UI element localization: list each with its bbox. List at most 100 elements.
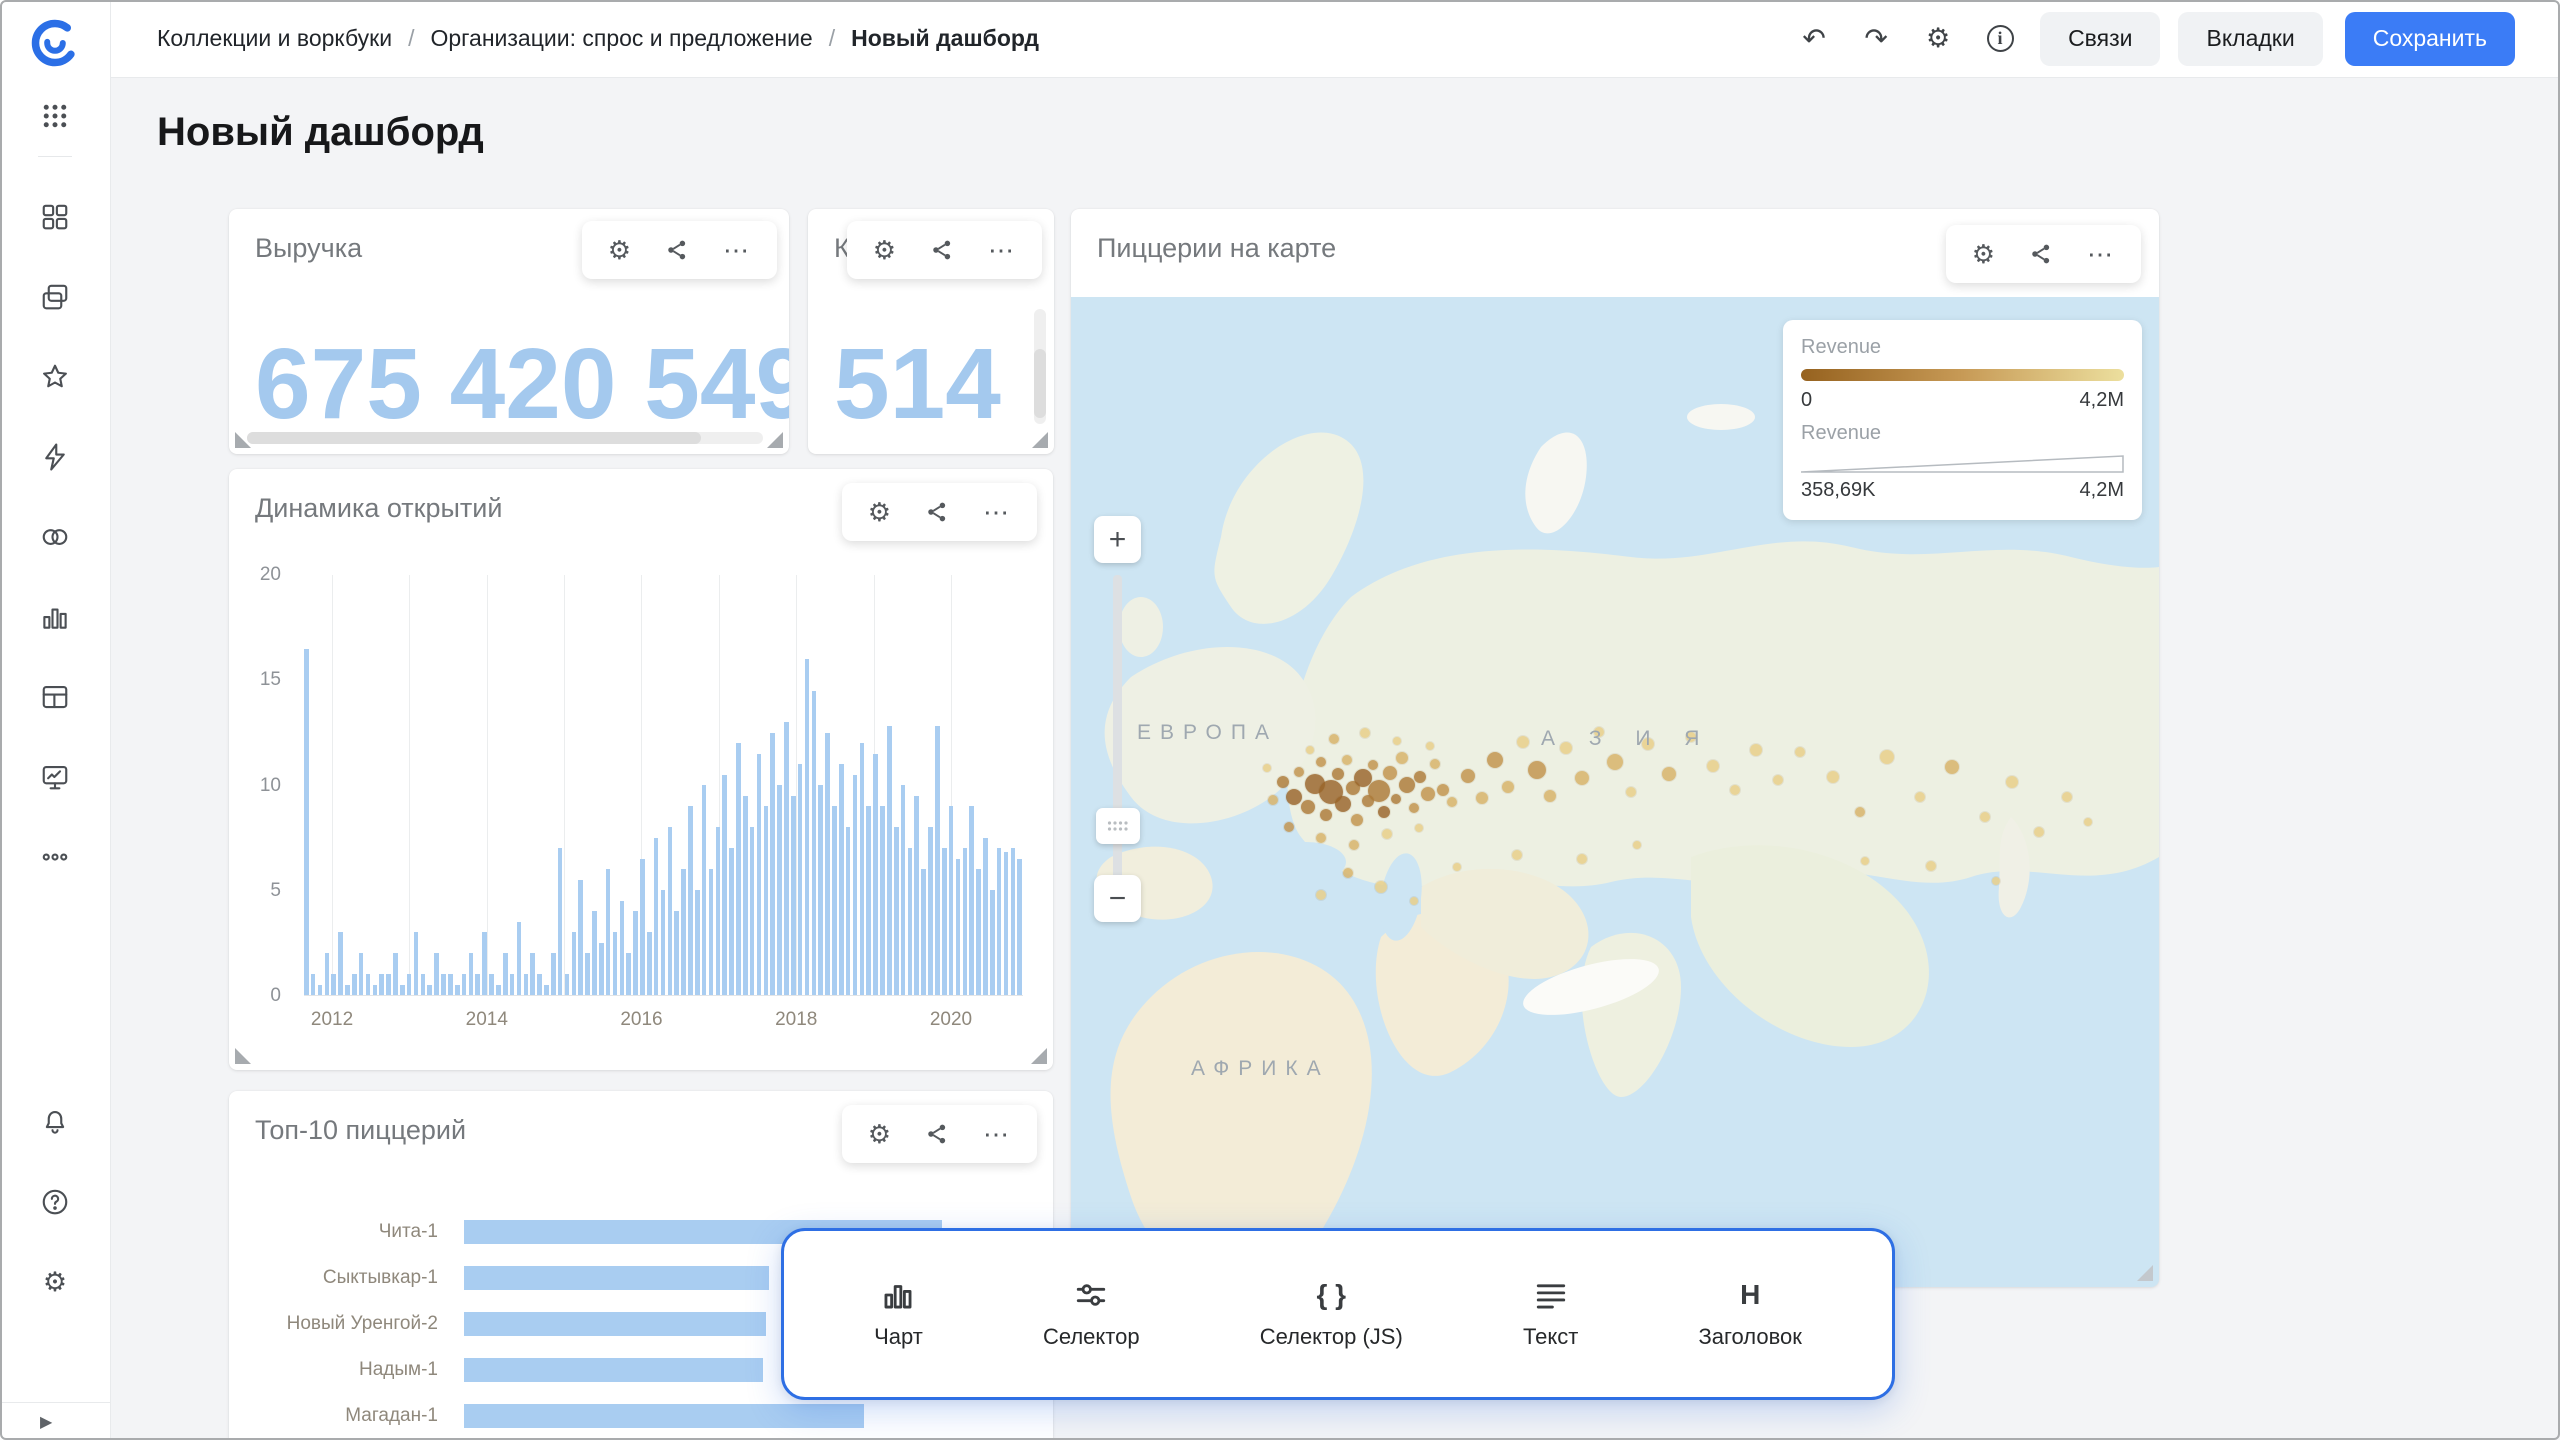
add-widget-panel: Чарт Селектор { } Селектор (JS) Текст H … (781, 1228, 1895, 1400)
map-dot (1487, 752, 1503, 768)
resize-handle-bottom-left[interactable] (235, 1048, 251, 1064)
widget-toolbar: ⚙ ⋯ (842, 483, 1037, 541)
dashboards-icon[interactable] (37, 199, 73, 235)
map-dot (1517, 736, 1529, 748)
tables-icon[interactable] (37, 679, 73, 715)
map-dot (1316, 833, 1326, 843)
map-dot (1351, 814, 1363, 826)
add-selector-button[interactable]: Селектор (1043, 1278, 1140, 1350)
widget-settings-gear-icon[interactable]: ⚙ (873, 237, 896, 263)
connections-bolt-icon[interactable] (37, 439, 73, 475)
map-label-asia: А З И Я (1541, 727, 1713, 751)
widget-menu-ellipsis-icon[interactable]: ⋯ (983, 499, 1011, 525)
map-dot (1662, 767, 1676, 781)
save-button[interactable]: Сохранить (2345, 12, 2515, 66)
breadcrumb: Коллекции и воркбуки / Организации: спро… (157, 25, 1039, 52)
settings-gear-icon[interactable]: ⚙ (37, 1264, 73, 1300)
map-dot (1476, 792, 1488, 804)
add-selector-js-button[interactable]: { } Селектор (JS) (1260, 1278, 1403, 1350)
resize-handle-bottom-right[interactable] (1032, 432, 1048, 448)
widget-menu-ellipsis-icon[interactable]: ⋯ (983, 1121, 1011, 1147)
text-icon (1534, 1278, 1568, 1312)
map-dot (1430, 759, 1440, 769)
undo-icon[interactable]: ↶ (1792, 17, 1836, 61)
widget-links-share-icon[interactable] (665, 238, 689, 262)
widget-dynamics[interactable]: Динамика открытий ⚙ ⋯ 05101520 201220142… (229, 469, 1053, 1070)
map-dot (1880, 750, 1894, 764)
map-dot (1421, 787, 1435, 801)
datalens-logo[interactable] (28, 16, 82, 70)
horizontal-scrollbar[interactable] (247, 432, 763, 444)
map-dot (1391, 794, 1401, 804)
collections-icon[interactable] (37, 279, 73, 315)
tabs-button[interactable]: Вкладки (2178, 12, 2322, 66)
map-dot (1926, 861, 1936, 871)
widget-menu-ellipsis-icon[interactable]: ⋯ (2087, 241, 2115, 267)
map-dot (1607, 754, 1623, 770)
zoom-out-button[interactable]: − (1094, 875, 1141, 922)
vertical-scrollbar[interactable] (1034, 309, 1046, 424)
add-chart-button[interactable]: Чарт (874, 1278, 923, 1350)
widget-menu-ellipsis-icon[interactable]: ⋯ (723, 237, 751, 263)
charts-icon[interactable] (37, 599, 73, 635)
add-heading-button[interactable]: H Заголовок (1698, 1278, 1801, 1350)
widget-title: Топ-10 пиццерий (255, 1115, 466, 1146)
widget-links-share-icon[interactable] (2029, 242, 2053, 266)
map-dot (1447, 797, 1457, 807)
expand-sidebar-icon[interactable]: ▶ (40, 1412, 52, 1432)
map-dot (1861, 857, 1869, 865)
map-dot (1329, 734, 1339, 744)
widget-map[interactable]: Пиццерии на карте ⚙ ⋯ (1071, 209, 2159, 1287)
map-canvas[interactable]: ЕВРОПА А З И Я АФРИКА Revenue 0 4,2M Rev… (1071, 297, 2159, 1287)
map-dot (1396, 752, 1408, 764)
add-item-label: Селектор (JS) (1260, 1324, 1403, 1350)
presentations-icon[interactable] (37, 759, 73, 795)
datasets-circles-icon[interactable] (37, 519, 73, 555)
dashboard-settings-gear-icon[interactable]: ⚙ (1916, 17, 1960, 61)
favorites-star-icon[interactable] (37, 359, 73, 395)
resize-handle-bottom-right[interactable] (767, 432, 783, 448)
map-dot (1502, 781, 1514, 793)
map-dot (1544, 790, 1556, 802)
notifications-bell-icon[interactable] (37, 1104, 73, 1140)
sidebar-bottom: ⚙ (0, 1104, 110, 1300)
redo-icon[interactable]: ↷ (1854, 17, 1898, 61)
widget-links-share-icon[interactable] (925, 500, 949, 524)
widget-title: Пиццерии на карте (1097, 233, 1336, 264)
info-icon[interactable]: i (1978, 17, 2022, 61)
widget-settings-gear-icon[interactable]: ⚙ (868, 499, 891, 525)
apps-grid-icon[interactable] (35, 96, 75, 136)
breadcrumb-separator: / (408, 25, 414, 52)
add-text-button[interactable]: Текст (1523, 1278, 1578, 1350)
map-dot (1575, 771, 1589, 785)
dynamics-plot (304, 575, 1023, 996)
legend-gradient-min: 0 (1801, 389, 1812, 412)
widget-revenue[interactable]: Выручка ⚙ ⋯ 675 420 549 (229, 209, 789, 454)
widget-count[interactable]: Ко ⚙ ⋯ 514 (808, 209, 1054, 454)
widget-links-share-icon[interactable] (925, 1122, 949, 1146)
dynamics-bars (304, 575, 1023, 995)
widget-settings-gear-icon[interactable]: ⚙ (1972, 241, 1995, 267)
help-icon[interactable] (37, 1184, 73, 1220)
more-icon[interactable] (37, 839, 73, 875)
resize-handle-bottom-left[interactable] (235, 432, 251, 448)
add-item-label: Чарт (874, 1324, 923, 1350)
map-dot (1316, 757, 1326, 767)
links-button[interactable]: Связи (2040, 12, 2160, 66)
breadcrumb-collections[interactable]: Коллекции и воркбуки (157, 25, 392, 52)
sidebar-divider (38, 156, 72, 157)
widget-settings-gear-icon[interactable]: ⚙ (868, 1121, 891, 1147)
map-dot (1512, 850, 1522, 860)
resize-handle-bottom-right[interactable] (2137, 1265, 2153, 1281)
map-dot (1437, 784, 1449, 796)
topbar: Коллекции и воркбуки / Организации: спро… (111, 0, 2560, 78)
widget-settings-gear-icon[interactable]: ⚙ (608, 237, 631, 263)
widget-links-share-icon[interactable] (930, 238, 954, 262)
zoom-in-button[interactable]: + (1094, 516, 1141, 563)
widget-menu-ellipsis-icon[interactable]: ⋯ (988, 237, 1016, 263)
breadcrumb-workbook[interactable]: Организации: спрос и предложение (430, 25, 812, 52)
legend-size-max: 4,2M (2080, 479, 2124, 502)
resize-handle-bottom-right[interactable] (1031, 1048, 1047, 1064)
zoom-slider-handle[interactable] (1096, 808, 1140, 844)
legend-gradient-max: 4,2M (2080, 389, 2124, 412)
